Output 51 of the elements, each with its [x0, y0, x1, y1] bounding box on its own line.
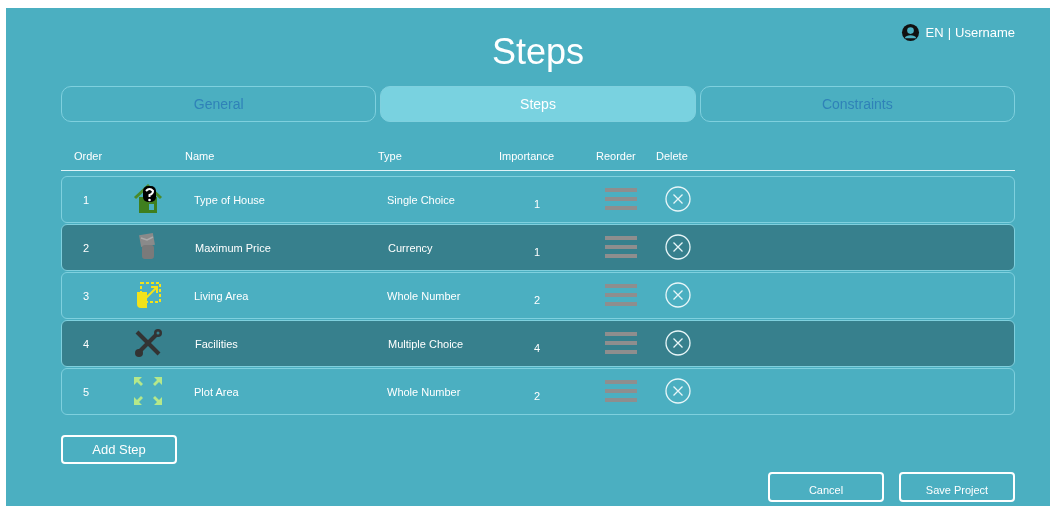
username-label[interactable]: Username	[955, 24, 1015, 40]
column-header: Name	[185, 150, 216, 162]
drag-handle-icon[interactable]	[605, 379, 637, 402]
footer-button[interactable]: Cancel	[768, 472, 884, 502]
page-title: Steps	[491, 30, 585, 74]
order-number: 1	[83, 193, 91, 206]
order-number: 5	[83, 385, 91, 398]
importance-value: 1	[533, 196, 542, 210]
importance-value: 2	[533, 292, 542, 306]
delete-icon[interactable]	[665, 377, 691, 404]
drag-handle-icon[interactable]	[605, 235, 637, 258]
step-name: Facilities	[194, 337, 239, 350]
separator: |	[947, 24, 952, 40]
drag-handle-icon[interactable]	[605, 283, 637, 306]
step-type: Whole Number	[387, 289, 462, 302]
language-label[interactable]: EN	[925, 24, 944, 40]
step-type: Single Choice	[387, 193, 456, 206]
column-header: Importance	[499, 150, 556, 162]
drag-handle-icon[interactable]	[605, 331, 637, 354]
step-name: Type of House	[194, 193, 266, 206]
footer-button[interactable]: Save Project	[899, 472, 1015, 502]
column-header: Reorder	[596, 150, 637, 162]
importance-value: 1	[533, 244, 542, 258]
user-icon	[900, 22, 920, 42]
step-type: Multiple Choice	[387, 337, 465, 350]
table-row[interactable]: 1 Type of House Single Choice 1	[61, 176, 1015, 223]
delete-icon[interactable]	[665, 233, 691, 260]
house-question-icon	[131, 181, 165, 216]
importance-value: 4	[533, 340, 542, 354]
table-row[interactable]: 3 Living Area Whole Number 2	[61, 272, 1015, 319]
table-row[interactable]: 4 Facilities Multiple Choice 4	[61, 320, 1015, 367]
delete-icon[interactable]	[665, 329, 691, 356]
tab[interactable]: Steps	[380, 86, 696, 122]
column-header: Type	[378, 150, 403, 162]
step-name: Maximum Price	[194, 241, 272, 254]
delete-icon[interactable]	[665, 185, 691, 212]
step-name: Living Area	[194, 289, 250, 302]
column-header: Delete	[656, 150, 689, 162]
add-step-button[interactable]: Add Step	[61, 435, 177, 464]
order-number: 4	[83, 337, 91, 350]
column-header: Order	[74, 150, 104, 162]
table-row[interactable]: 5 Plot Area Whole Number 2	[61, 368, 1015, 415]
importance-value: 2	[533, 388, 542, 402]
step-type: Whole Number	[387, 385, 462, 398]
step-name: Plot Area	[194, 385, 240, 398]
order-number: 3	[83, 289, 91, 302]
delete-icon[interactable]	[665, 281, 691, 308]
order-number: 2	[83, 241, 91, 254]
step-type: Currency	[387, 241, 434, 254]
table-row[interactable]: 2 Maximum Price Currency 1	[61, 224, 1015, 271]
drag-handle-icon[interactable]	[605, 187, 637, 210]
